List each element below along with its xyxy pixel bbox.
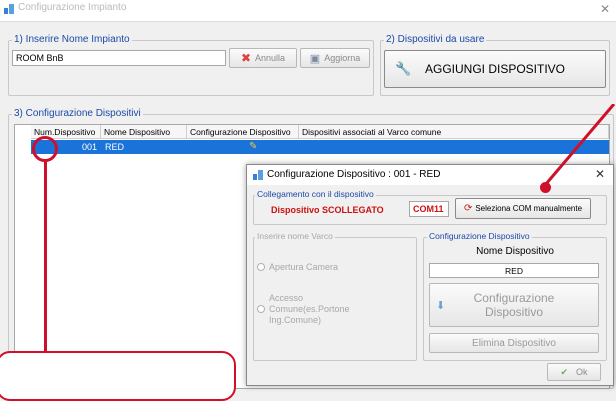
dialog-title: Configurazione Dispositivo : 001 - RED: [267, 169, 441, 180]
select-com-button[interactable]: ⟳ Seleziona COM manualmente: [455, 198, 591, 219]
radio-camera[interactable]: [257, 263, 265, 271]
app-icon: [4, 4, 14, 14]
title-bar: Configurazione Impianto ✕: [0, 0, 616, 22]
delete-device-button[interactable]: Elimina Dispositivo: [429, 333, 599, 353]
highlight-ring: [32, 136, 58, 162]
check-icon: ✔: [560, 366, 569, 377]
config-icon[interactable]: ✎: [249, 141, 257, 152]
window-title: Configurazione Impianto: [18, 2, 127, 13]
cell-name: RED: [105, 142, 125, 152]
devices-group-label: 2) Dispositivi da usare: [384, 34, 487, 45]
save-icon: ▣: [309, 52, 321, 65]
config-group-label: Configurazione Dispositivo: [427, 231, 532, 241]
varco-group-label: Inserire nome Varco: [255, 231, 335, 241]
table-row[interactable]: 001 RED ✎: [31, 140, 609, 154]
connection-status: Dispositivo SCOLLEGATO: [271, 205, 384, 215]
refresh-icon: ⟳: [463, 203, 473, 214]
connection-group-label: Collegamento con il dispositivo: [255, 189, 376, 199]
app-icon: [253, 170, 263, 180]
wrench-icon: 🔧: [395, 61, 412, 76]
cell-num: 001: [81, 142, 97, 152]
arrow-down-icon: ⬇: [436, 299, 446, 312]
plant-name-input[interactable]: ROOM BnB: [12, 50, 226, 66]
update-button[interactable]: ▣ Aggiorna: [300, 48, 370, 68]
device-config-dialog: Configurazione Dispositivo : 001 - RED ✕…: [246, 164, 614, 386]
cancel-button[interactable]: ✖ Annulla: [229, 48, 297, 68]
pointer-dot: [540, 182, 551, 193]
com-port-field[interactable]: COM11: [409, 201, 449, 217]
column-header[interactable]: Nome Dispositivo: [101, 125, 187, 139]
configure-device-button[interactable]: ⬇ Configurazione Dispositivo: [429, 283, 599, 327]
device-name-input[interactable]: RED: [429, 263, 599, 278]
callout-box: [0, 351, 236, 401]
pointer-line: [44, 162, 47, 352]
radio-comune-label: Accesso Comune(es.Portone Ing.Comune): [269, 293, 350, 325]
device-config-group-label: 3) Configurazione Dispositivi: [12, 108, 143, 119]
pointer-arrow: [544, 104, 616, 185]
cancel-icon: ✖: [240, 51, 252, 65]
ok-button[interactable]: ✔ Ok: [547, 363, 601, 381]
radio-camera-label: Apertura Camera: [269, 262, 339, 272]
close-icon[interactable]: ✕: [600, 2, 610, 16]
radio-comune[interactable]: [257, 305, 265, 313]
column-header[interactable]: Configurazione Dispositivo: [187, 125, 299, 139]
plant-name-group-label: 1) Inserire Nome Impianto: [12, 34, 132, 45]
device-name-label: Nome Dispositivo: [476, 246, 554, 257]
add-device-button[interactable]: 🔧 AGGIUNGI DISPOSITIVO: [384, 50, 606, 88]
